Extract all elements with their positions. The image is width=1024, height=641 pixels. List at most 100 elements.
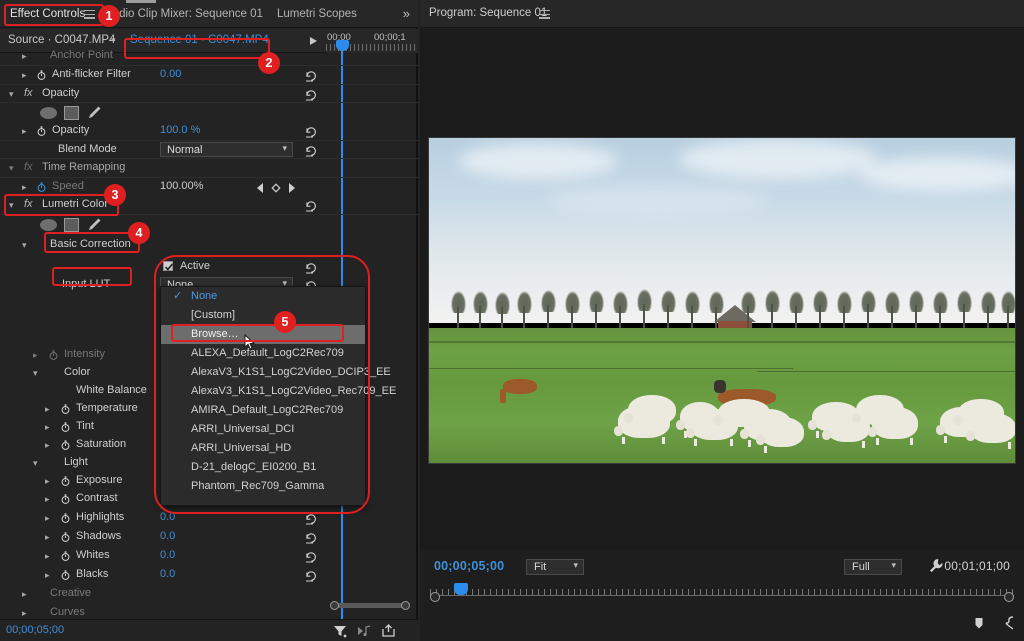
- disclosure-arrow-icon[interactable]: ▸: [45, 570, 50, 580]
- property-row-whites[interactable]: ▸ Whites 0.0: [0, 547, 418, 566]
- stopwatch-icon[interactable]: [61, 404, 70, 414]
- zoom-bar-handle-left[interactable]: [430, 592, 440, 602]
- disclosure-arrow-icon[interactable]: ▾: [22, 240, 27, 250]
- disclosure-arrow-icon[interactable]: ▸: [22, 589, 27, 599]
- property-row-basic-correction[interactable]: ▾ Basic Correction: [0, 236, 418, 255]
- property-value[interactable]: 0.00: [160, 68, 181, 80]
- zoom-bar-handle-right[interactable]: [1004, 592, 1014, 602]
- reset-icon[interactable]: [305, 569, 318, 582]
- source-clip-label[interactable]: Source · C0047.MP4: [8, 34, 115, 46]
- disclosure-arrow-icon[interactable]: ▸: [33, 350, 38, 360]
- chevron-double-right-icon[interactable]: »: [403, 6, 410, 21]
- property-row-blend-mode[interactable]: Blend Mode Normal ▾: [0, 141, 418, 160]
- property-row-blacks[interactable]: ▸ Blacks 0.0: [0, 566, 418, 585]
- stopwatch-icon[interactable]: [61, 532, 70, 542]
- lut-menu-item-arri-universal-dci[interactable]: ARRI_Universal_DCI: [161, 420, 365, 439]
- reset-icon[interactable]: [305, 550, 318, 563]
- wrench-icon[interactable]: [928, 558, 944, 574]
- reset-icon[interactable]: [305, 531, 318, 544]
- scrollbar-knob-left[interactable]: [330, 601, 339, 610]
- rectangle-mask-icon[interactable]: [64, 106, 79, 120]
- disclosure-arrow-icon[interactable]: ▸: [45, 422, 50, 432]
- zoom-level-select[interactable]: Fit ▾: [526, 559, 584, 575]
- tab-effect-controls[interactable]: Effect Controls: [10, 0, 85, 28]
- program-playhead[interactable]: [454, 583, 468, 595]
- disclosure-arrow-icon[interactable]: ▾: [9, 200, 14, 210]
- stopwatch-icon[interactable]: [61, 476, 70, 486]
- property-row-lumetri-color[interactable]: ▾ fx Lumetri Color: [0, 196, 418, 215]
- scrollbar-track[interactable]: [335, 603, 405, 608]
- reset-icon[interactable]: [305, 512, 318, 525]
- property-value[interactable]: 100.00%: [160, 180, 203, 192]
- mark-in-icon[interactable]: [1000, 612, 1022, 634]
- tab-audio-clip-mixer[interactable]: Audio Clip Mixer: Sequence 01: [105, 0, 263, 28]
- disclosure-arrow-icon[interactable]: ▸: [45, 532, 50, 542]
- stopwatch-icon[interactable]: [61, 494, 70, 504]
- reset-icon[interactable]: [305, 261, 318, 274]
- property-row-active[interactable]: Active: [0, 258, 418, 277]
- program-monitor-stage[interactable]: [420, 29, 1024, 550]
- keyframe-navigator[interactable]: [255, 181, 297, 193]
- property-row-opacity[interactable]: ▸ Opacity 100.0 %: [0, 122, 418, 141]
- disclosure-arrow-icon[interactable]: ▾: [33, 458, 38, 468]
- stopwatch-icon[interactable]: [49, 350, 58, 360]
- reset-icon[interactable]: [305, 69, 318, 82]
- reset-icon[interactable]: [305, 144, 318, 157]
- property-row-speed[interactable]: ▸ Speed 100.00%: [0, 178, 418, 197]
- property-row-opacity-group[interactable]: ▾ fx Opacity: [0, 85, 418, 104]
- property-value[interactable]: 0.0: [160, 530, 175, 542]
- lut-menu-item-phantom-rec709[interactable]: Phantom_Rec709_Gamma: [161, 477, 365, 496]
- duration-timecode[interactable]: 00;01;01;00: [944, 559, 1010, 573]
- property-row-time-remapping[interactable]: ▾ fx Time Remapping: [0, 159, 418, 178]
- lut-menu-item-alexa-default[interactable]: ALEXA_Default_LogC2Rec709: [161, 344, 365, 363]
- lut-menu-item-alexav3-dcip3[interactable]: AlexaV3_K1S1_LogC2Video_DCIP3_EE: [161, 363, 365, 382]
- sequence-clip-selector[interactable]: Sequence 01 · C0047.MP4: [130, 34, 269, 46]
- lut-menu-item-custom[interactable]: [Custom]: [161, 306, 365, 325]
- disclosure-arrow-icon[interactable]: ▸: [45, 404, 50, 414]
- stopwatch-icon[interactable]: [61, 513, 70, 523]
- pen-tool-icon[interactable]: [87, 105, 102, 120]
- filter-icon[interactable]: [333, 624, 347, 641]
- active-checkbox[interactable]: [163, 261, 173, 271]
- hamburger-menu-icon[interactable]: [84, 10, 95, 19]
- property-value[interactable]: 0.0: [160, 549, 175, 561]
- property-row-shadows[interactable]: ▸ Shadows 0.0: [0, 528, 418, 547]
- reset-icon[interactable]: [305, 199, 318, 212]
- stopwatch-icon[interactable]: [61, 570, 70, 580]
- ellipse-mask-icon[interactable]: [40, 107, 57, 119]
- horizontal-scrollbar[interactable]: [330, 600, 410, 611]
- disclosure-arrow-icon[interactable]: ▾: [33, 368, 38, 378]
- property-value[interactable]: 100.0 %: [160, 124, 200, 136]
- program-monitor-time-ruler[interactable]: [430, 586, 1014, 595]
- hamburger-menu-icon[interactable]: [539, 10, 550, 19]
- disclosure-arrow-icon[interactable]: ▸: [22, 51, 27, 61]
- disclosure-arrow-icon[interactable]: ▸: [22, 182, 27, 192]
- disclosure-arrow-icon[interactable]: ▸: [45, 476, 50, 486]
- stopwatch-icon[interactable]: [37, 182, 46, 192]
- property-value[interactable]: 0.0: [160, 568, 175, 580]
- rectangle-mask-icon[interactable]: [64, 218, 79, 232]
- reset-icon[interactable]: [305, 125, 318, 138]
- disclosure-arrow-icon[interactable]: ▾: [9, 89, 14, 99]
- lut-menu-item-arri-universal-hd[interactable]: ARRI_Universal_HD: [161, 439, 365, 458]
- disclosure-arrow-icon[interactable]: ▸: [22, 608, 27, 618]
- disclosure-arrow-icon[interactable]: ▸: [45, 494, 50, 504]
- reset-icon[interactable]: [305, 88, 318, 101]
- playhead-timecode[interactable]: 00;00;05;00: [434, 559, 504, 573]
- playback-resolution-select[interactable]: Full ▾: [844, 559, 902, 575]
- chevron-down-icon[interactable]: ▾: [111, 35, 116, 46]
- property-row-anti-flicker-filter[interactable]: ▸ Anti-flicker Filter 0.00: [0, 66, 418, 85]
- stopwatch-icon[interactable]: [61, 422, 70, 432]
- disclosure-arrow-icon[interactable]: ▾: [9, 163, 14, 173]
- effect-controls-timecode[interactable]: 00;00;05;00: [6, 624, 64, 636]
- blend-mode-select[interactable]: Normal ▾: [160, 142, 293, 157]
- disclosure-arrow-icon[interactable]: ▸: [45, 551, 50, 561]
- stopwatch-icon[interactable]: [61, 440, 70, 450]
- tab-lumetri-scopes[interactable]: Lumetri Scopes: [277, 0, 357, 28]
- disclosure-arrow-icon[interactable]: ▸: [22, 126, 27, 136]
- disclosure-arrow-icon[interactable]: ▸: [45, 440, 50, 450]
- property-row-highlights[interactable]: ▸ Highlights 0.0: [0, 509, 418, 528]
- pen-tool-icon[interactable]: [87, 217, 102, 232]
- lut-menu-item-browse[interactable]: Browse…: [161, 325, 365, 344]
- lut-menu-item-amira-default[interactable]: AMIRA_Default_LogC2Rec709: [161, 401, 365, 420]
